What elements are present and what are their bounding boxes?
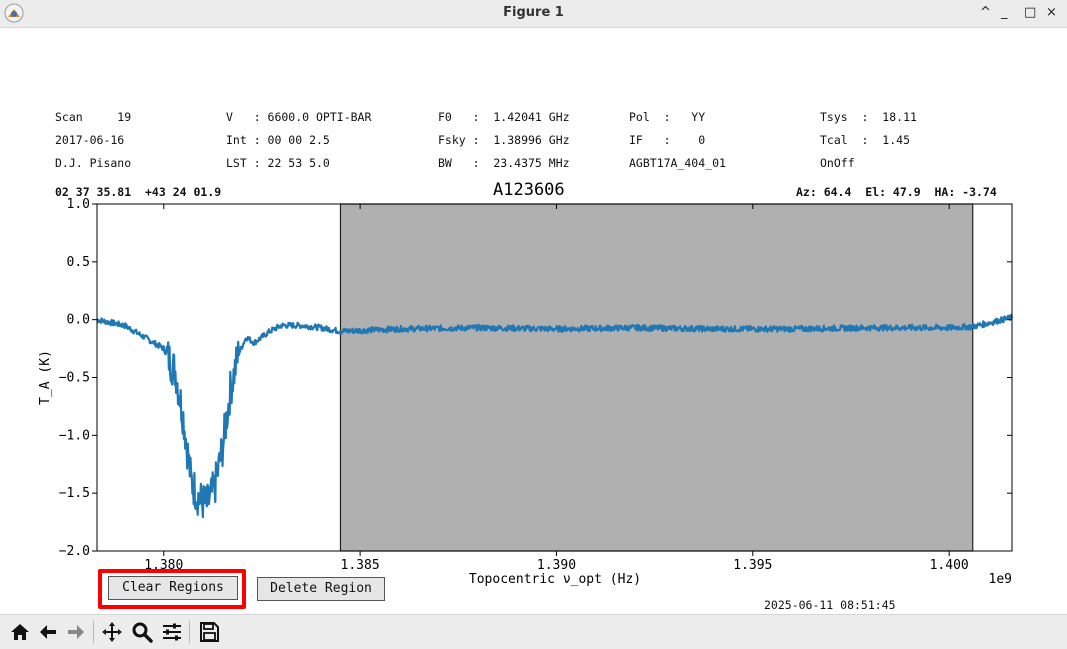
delete-region-button[interactable]: Delete Region [257,577,385,601]
navigation-toolbar [0,614,1067,649]
y-tick-label: −1.5 [59,486,90,501]
x-axis-label: Topocentric ν_opt (Hz) [469,572,641,587]
selected-region [339,203,974,552]
window-minimize-button[interactable]: _ [1001,5,1008,20]
toolbar-divider [93,621,94,643]
date-label: 2017-06-16 [55,133,125,147]
pan-icon[interactable] [100,620,124,644]
save-icon[interactable] [197,620,221,644]
integration-label: Int : 00 00 2.5 [226,133,330,147]
y-tick-label: −2.0 [59,544,90,559]
figure-canvas: Scan 19 2017-06-16 D.J. Pisano V : 6600.… [0,28,1067,614]
bandwidth-label: BW : 23.4375 MHz [438,156,570,170]
if-label: IF : 0 [629,133,706,147]
project-label: AGBT17A_404_01 [629,156,726,170]
home-icon[interactable] [8,620,32,644]
window-close-button[interactable]: × [1046,5,1057,20]
clear-regions-button[interactable]: Clear Regions [108,576,238,600]
x-tick-label: 1.395 [733,558,772,573]
window-title: Figure 1 [503,5,564,20]
timestamp-label: 2025-06-11 08:51:45 [764,598,896,612]
window-maximize-button[interactable]: □ [1024,5,1036,20]
velocity-label: V : 6600.0 OPTI-BAR [226,110,372,124]
window-titlebar: Figure 1 ^ _ □ × [0,0,1067,28]
zoom-icon[interactable] [130,620,154,644]
x-tick-label: 1.400 [930,558,969,573]
procedure-label: OnOff [820,156,855,170]
f0-label: F0 : 1.42041 GHz [438,110,570,124]
polarization-label: Pol : YY [629,110,706,124]
tsys-label: Tsys : 18.11 [820,110,917,124]
x-tick-label: 1.390 [537,558,576,573]
y-tick-label: 0.0 [67,313,90,328]
back-icon[interactable] [36,620,60,644]
y-tick-label: 1.0 [67,197,90,212]
configure-icon[interactable] [160,620,184,644]
observer-label: D.J. Pisano [55,156,132,170]
y-tick-label: 0.5 [67,255,90,270]
forward-icon[interactable] [64,620,88,644]
window-shade-button[interactable]: ^ [980,5,991,20]
fsky-label: Fsky : 1.38996 GHz [438,133,570,147]
spectrum-chart[interactable]: 1.380 1.385 1.390 1.395 1.4001.00.50.0−0.5−1… [0,196,1067,616]
x-tick-label: 1.385 [341,558,380,573]
tcal-label: Tcal : 1.45 [820,133,911,147]
lst-label: LST : 22 53 5.0 [226,156,330,170]
y-tick-label: −1.0 [59,428,90,443]
y-axis-label: T_A (K) [38,350,53,405]
y-tick-label: −0.5 [59,371,90,386]
toolbar-divider [189,621,190,643]
scan-label: Scan 19 [55,110,132,124]
x-offset-label: 1e9 [989,572,1012,587]
